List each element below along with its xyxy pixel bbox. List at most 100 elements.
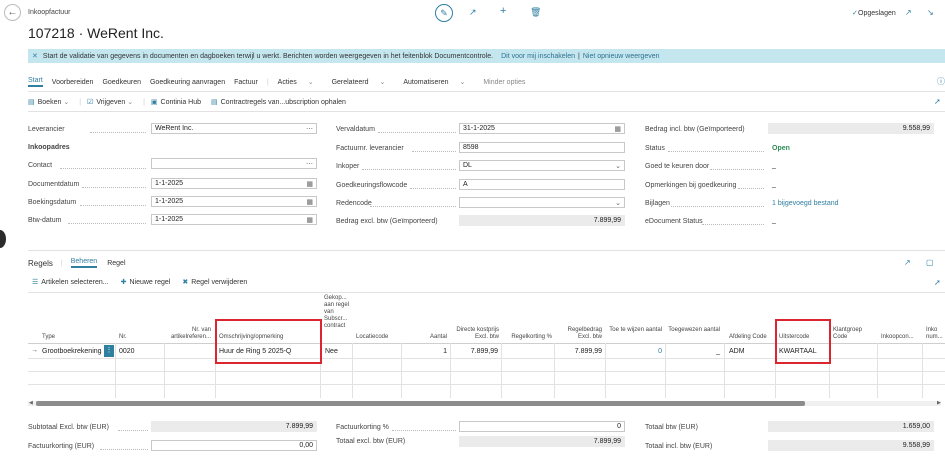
col-customer-group[interactable]: Klantgroep Code bbox=[833, 327, 869, 341]
line-qty-assigned: _ bbox=[716, 348, 720, 355]
purchaser-select[interactable]: DL ⌄ bbox=[459, 160, 625, 171]
reason-code-select[interactable]: ⌄ bbox=[459, 197, 625, 208]
col-more[interactable]: Inko num... bbox=[926, 327, 944, 341]
close-icon[interactable]: ✕ bbox=[32, 52, 38, 60]
line-direct-cost[interactable]: 7.899,99 bbox=[453, 348, 498, 355]
delete-icon[interactable]: 🗑 bbox=[530, 7, 541, 18]
line-no[interactable]: 0020 bbox=[119, 348, 135, 355]
col-department[interactable]: Afdeling Code bbox=[729, 334, 767, 341]
posting-date-field[interactable]: 1-1-2025 ▦ bbox=[151, 196, 317, 207]
vendor-invoice-no-field[interactable]: 8598 bbox=[459, 142, 625, 153]
line-department[interactable]: ADM bbox=[729, 348, 745, 355]
tab-factuur[interactable]: Factuur bbox=[234, 79, 258, 86]
approval-flow-field[interactable]: A bbox=[459, 179, 625, 190]
col-qty-to-assign[interactable]: Toe te wijzen aantal bbox=[608, 327, 662, 334]
approval-comments-value[interactable]: _ bbox=[772, 181, 776, 188]
status-badge: Open bbox=[772, 145, 790, 152]
col-qty-assigned[interactable]: Toegewezen aantal bbox=[668, 327, 720, 334]
col-item-reference[interactable]: Nr. van artikelreferen... bbox=[163, 327, 211, 341]
delete-line-button[interactable]: ✖ Regel verwijderen bbox=[182, 278, 247, 286]
menu-gerelateerd[interactable]: Gerelateerd ⌄ bbox=[332, 78, 395, 86]
banner-enable-link[interactable]: Dit voor mij inschakelen bbox=[501, 53, 575, 60]
col-line-discount[interactable]: Regelkorting % bbox=[504, 334, 552, 341]
banner-divider: | bbox=[578, 52, 580, 60]
line-qty-to-assign[interactable]: 0 bbox=[608, 348, 662, 355]
invoice-discount-pct-field[interactable]: 0 bbox=[459, 421, 625, 432]
approver-label: Goed te keuren door bbox=[645, 163, 710, 170]
contact-field[interactable]: ⋯ bbox=[151, 158, 317, 169]
calendar-icon: ▦ bbox=[306, 216, 313, 224]
col-no[interactable]: Nr. bbox=[119, 334, 127, 341]
chevron-down-icon: ⌄ bbox=[379, 79, 386, 86]
chevron-down-icon: ⌄ bbox=[127, 99, 134, 106]
post-button[interactable]: ▤ Boeken ⌄ bbox=[28, 98, 69, 106]
vendor-invoice-no-label: Factuurnr. leverancier bbox=[336, 145, 404, 152]
share-icon[interactable]: ↗ bbox=[904, 258, 911, 267]
open-new-icon[interactable]: ↗ bbox=[905, 8, 912, 17]
continia-hub-button[interactable]: ▣ Continia Hub bbox=[151, 98, 201, 106]
divider: | bbox=[266, 78, 269, 86]
back-icon: ← bbox=[7, 7, 18, 18]
lines-tab-line[interactable]: Regel bbox=[107, 260, 125, 267]
edit-button[interactable]: ✎ bbox=[435, 4, 453, 22]
col-linked-contract[interactable]: Gekop... aan regel van Subscr... contrac… bbox=[324, 295, 350, 330]
col-purchase-con[interactable]: Inkoopcon... bbox=[881, 334, 914, 341]
col-location[interactable]: Locatiecode bbox=[356, 334, 388, 341]
scroll-left-icon[interactable]: ◀ bbox=[29, 400, 33, 406]
get-contract-lines-button[interactable]: ▤ Contractregels van...ubscription ophale… bbox=[211, 98, 346, 106]
vendor-label: Leverancier bbox=[28, 126, 65, 133]
tab-goedkeuring-aanvragen[interactable]: Goedkeuring aanvragen bbox=[150, 79, 225, 86]
collapse-icon[interactable]: ↘ bbox=[927, 8, 934, 17]
tab-goedkeuren[interactable]: Goedkeuren bbox=[102, 79, 141, 86]
pin-icon[interactable]: ➚ bbox=[934, 278, 941, 287]
banner-dismiss-link[interactable]: Niet opnieuw weergeven bbox=[583, 53, 660, 60]
share-icon[interactable]: ↗ bbox=[469, 7, 477, 18]
vat-date-field[interactable]: 1-1-2025 ▦ bbox=[151, 214, 317, 225]
total-incl-value: 9.558,99 bbox=[768, 440, 934, 451]
tab-voorbereiden[interactable]: Voorbereiden bbox=[52, 79, 94, 86]
scrollbar-thumb[interactable] bbox=[36, 401, 805, 406]
lines-title: Regels bbox=[28, 258, 53, 268]
line-amount[interactable]: 7.899,99 bbox=[556, 348, 602, 355]
invoice-discount-amount-field[interactable]: 0,00 bbox=[151, 440, 317, 451]
col-type[interactable]: Type bbox=[42, 334, 55, 341]
col-quantity[interactable]: Aantal bbox=[405, 334, 447, 341]
back-button[interactable]: ← bbox=[4, 4, 21, 21]
menu-acties[interactable]: Acties ⌄ bbox=[278, 78, 323, 86]
amount-incl-label: Bedrag incl. btw (Geïmporteerd) bbox=[645, 126, 745, 133]
attachments-link[interactable]: 1 bijgevoegd bestand bbox=[772, 200, 839, 207]
breadcrumb: Inkoopfactuur bbox=[28, 9, 71, 16]
scroll-right-icon[interactable]: ▶ bbox=[937, 400, 941, 406]
line-quantity[interactable]: 1 bbox=[405, 348, 447, 355]
more-icon: ⋯ bbox=[306, 160, 313, 168]
calendar-icon: ▦ bbox=[306, 180, 313, 188]
tab-start[interactable]: Start bbox=[28, 77, 43, 87]
line-type[interactable]: Grootboekrekening bbox=[42, 348, 102, 355]
release-button[interactable]: ☑ Vrijgeven ⌄ bbox=[87, 98, 133, 106]
new-line-button[interactable]: ✚ Nieuwe regel bbox=[121, 278, 171, 286]
lines-tab-manage[interactable]: Beheren bbox=[70, 258, 98, 268]
side-handle[interactable] bbox=[0, 230, 6, 248]
total-vat-label: Totaal btw (EUR) bbox=[645, 424, 698, 431]
col-line-amount[interactable]: Regelbedrag Excl. btw bbox=[556, 327, 602, 341]
chevron-down-icon: ⌄ bbox=[63, 99, 70, 106]
line-linked-contract[interactable]: Nee bbox=[325, 348, 338, 355]
add-icon[interactable]: + bbox=[500, 5, 506, 17]
col-direct-cost[interactable]: Directe kostprijs Excl. btw bbox=[453, 327, 499, 341]
pin-icon[interactable]: ➚ bbox=[934, 97, 941, 106]
info-icon[interactable]: ⓘ bbox=[937, 76, 945, 87]
total-incl-label: Totaal incl. btw (EUR) bbox=[645, 443, 713, 450]
menu-automatiseren[interactable]: Automatiseren ⌄ bbox=[403, 78, 474, 86]
vendor-field[interactable]: WeRent Inc. ⋯ bbox=[151, 123, 317, 134]
banner-text: Start de validatie van gegevens in docum… bbox=[42, 52, 494, 60]
edocument-status-value: _ bbox=[772, 217, 776, 224]
edit-icon: ✎ bbox=[440, 7, 448, 18]
document-date-field[interactable]: 1-1-2025 ▦ bbox=[151, 178, 317, 189]
calendar-icon: ▦ bbox=[306, 198, 313, 206]
less-options-button[interactable]: Minder opties bbox=[483, 79, 525, 86]
due-date-field[interactable]: 31-1-2025 ▦ bbox=[459, 123, 625, 134]
approval-comments-label: Opmerkingen bij goedkeuring bbox=[645, 182, 737, 189]
row-menu-icon[interactable]: ⋮ bbox=[104, 345, 114, 357]
expand-icon[interactable]: ▢ bbox=[926, 258, 934, 267]
select-items-button[interactable]: ☰ Artikelen selecteren... bbox=[32, 278, 109, 286]
